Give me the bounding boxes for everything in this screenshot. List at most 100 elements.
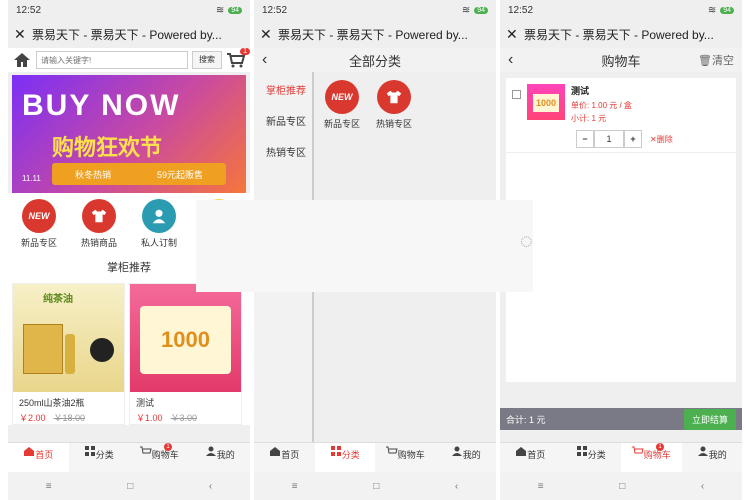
home-icon[interactable] bbox=[12, 52, 32, 68]
quantity-input[interactable]: 1 bbox=[594, 130, 624, 148]
cart-badge: 1 bbox=[240, 48, 250, 55]
tab-label: 首页 bbox=[527, 450, 546, 460]
category-label: 新品专区 bbox=[20, 238, 57, 248]
menu-item-recommend[interactable]: 掌柜推荐 bbox=[254, 72, 312, 103]
tab-home[interactable]: 首页 bbox=[254, 443, 315, 472]
cart-icon[interactable]: 1 bbox=[226, 48, 250, 68]
cart-item-unit-price: 单价: 1.00 元 / 盒 bbox=[571, 101, 632, 110]
cart-screen: 12:52 ≋ 94 ✕ 票易天下 - 票易天下 - Powered by... … bbox=[500, 0, 742, 500]
app-title: 票易天下 - 票易天下 - Powered by... bbox=[32, 27, 222, 42]
home-square-icon[interactable]: □ bbox=[127, 481, 133, 492]
category-new[interactable]: NEW 新品专区 bbox=[12, 199, 66, 249]
cart-icon bbox=[385, 446, 398, 454]
search-input[interactable] bbox=[36, 51, 188, 69]
banner-headline: BUY NOW bbox=[22, 89, 181, 122]
back-arrow-icon[interactable]: ‹ bbox=[262, 51, 267, 69]
status-time: 12:52 bbox=[508, 4, 534, 16]
cart-total: 合计: 1 元 bbox=[506, 414, 546, 425]
shirt-icon bbox=[377, 80, 411, 114]
tab-home[interactable]: 首页 bbox=[8, 443, 69, 472]
tab-label: 分类 bbox=[587, 450, 606, 460]
product-name: 测试 bbox=[136, 398, 155, 408]
back-arrow-icon[interactable]: ‹ bbox=[508, 51, 513, 69]
tab-cart[interactable]: 1 购物车 bbox=[621, 443, 682, 472]
close-icon[interactable]: ✕ bbox=[506, 26, 524, 43]
close-icon[interactable]: ✕ bbox=[14, 26, 32, 43]
item-checkbox[interactable] bbox=[512, 90, 521, 99]
delete-label: 删除 bbox=[656, 134, 673, 144]
cart-icon bbox=[139, 446, 152, 454]
product-card[interactable]: 1000 测试 ￥1.00 ￥3.00 bbox=[129, 283, 242, 425]
bottom-tabbar: 首页 分类 购物车 我的 bbox=[254, 442, 496, 472]
wifi-icon: ≋ bbox=[707, 4, 717, 16]
loading-spinner-icon: ◌ bbox=[519, 228, 533, 253]
clear-cart-button[interactable]: 🗑清空 bbox=[698, 52, 734, 68]
quantity-stepper: − 1 + ✕ 删除 bbox=[576, 130, 730, 148]
app-titlebar: ✕ 票易天下 - 票易天下 - Powered by... bbox=[8, 20, 250, 48]
price-current: ￥2.00 bbox=[19, 413, 46, 423]
system-nav: ≡ □ ‹ bbox=[8, 472, 250, 500]
tab-profile[interactable]: 我的 bbox=[436, 443, 497, 472]
product-card[interactable]: 纯茶油 250ml山茶油2瓶 ￥2.00 ￥18.00 bbox=[12, 283, 125, 425]
tab-profile[interactable]: 我的 bbox=[190, 443, 251, 472]
tab-category[interactable]: 分类 bbox=[561, 443, 622, 472]
app-titlebar: ✕ 票易天下 - 票易天下 - Powered by... bbox=[500, 20, 742, 48]
price-current: ￥1.00 bbox=[136, 413, 163, 423]
tab-label: 分类 bbox=[341, 450, 360, 460]
home-square-icon[interactable]: □ bbox=[619, 481, 625, 492]
product-price: ￥2.00 ￥18.00 bbox=[13, 411, 124, 424]
wifi-icon: ≋ bbox=[215, 4, 225, 16]
decrement-button[interactable]: − bbox=[576, 130, 594, 148]
checkout-button[interactable]: 立即结算 bbox=[683, 408, 736, 430]
category-label: 新品专区 bbox=[323, 119, 360, 129]
cart-item-name: 测试 bbox=[571, 86, 590, 96]
wifi-icon: ≋ bbox=[461, 4, 471, 16]
product-image-text: 1000 bbox=[161, 327, 210, 352]
tab-category[interactable]: 分类 bbox=[69, 443, 130, 472]
menu-icon[interactable]: ≡ bbox=[292, 481, 298, 492]
menu-icon[interactable]: ≡ bbox=[538, 481, 544, 492]
clear-label: 清空 bbox=[712, 55, 734, 67]
tab-label: 我的 bbox=[708, 450, 727, 460]
tab-home[interactable]: 首页 bbox=[500, 443, 561, 472]
back-icon[interactable]: ‹ bbox=[209, 481, 212, 492]
page-title: 购物车 bbox=[601, 53, 641, 69]
tab-profile[interactable]: 我的 bbox=[682, 443, 743, 472]
category-label: 热销商品 bbox=[80, 238, 117, 248]
grid-icon bbox=[330, 446, 341, 456]
menu-item-hot[interactable]: 热销专区 bbox=[254, 134, 312, 165]
cart-empty-area bbox=[506, 152, 736, 382]
person-icon bbox=[205, 446, 216, 456]
back-icon[interactable]: ‹ bbox=[701, 481, 704, 492]
price-old: ￥3.00 bbox=[170, 413, 198, 423]
battery-icon: 94 bbox=[720, 6, 734, 14]
menu-icon[interactable]: ≡ bbox=[46, 481, 52, 492]
tab-category[interactable]: 分类 bbox=[314, 443, 375, 472]
status-time: 12:52 bbox=[16, 4, 42, 16]
tab-label: 我的 bbox=[216, 450, 235, 460]
banner-strip: 秋冬热销 59元起贩售 bbox=[52, 163, 226, 185]
category-custom[interactable]: 私人订制 bbox=[132, 199, 186, 249]
app-title: 票易天下 - 票易天下 - Powered by... bbox=[278, 27, 468, 42]
app-title: 票易天下 - 票易天下 - Powered by... bbox=[524, 27, 714, 42]
home-icon bbox=[24, 447, 35, 456]
cart-item-subtotal: 小计: 1 元 bbox=[571, 114, 607, 123]
close-icon[interactable]: ✕ bbox=[260, 26, 278, 43]
tab-label: 分类 bbox=[95, 450, 114, 460]
increment-button[interactable]: + bbox=[624, 130, 642, 148]
home-square-icon[interactable]: □ bbox=[373, 481, 379, 492]
search-button[interactable]: 搜索 bbox=[192, 51, 222, 69]
category-hot[interactable]: 热销商品 bbox=[72, 199, 126, 249]
status-bar: 12:52 ≋ 94 bbox=[500, 0, 742, 20]
new-badge-icon: NEW bbox=[22, 199, 56, 233]
back-icon[interactable]: ‹ bbox=[455, 481, 458, 492]
tab-label: 购物车 bbox=[643, 450, 671, 460]
strip-right: 59元起贩售 bbox=[156, 169, 203, 180]
person-icon bbox=[451, 446, 462, 456]
tab-cart[interactable]: 1 购物车 bbox=[129, 443, 190, 472]
tab-cart[interactable]: 购物车 bbox=[375, 443, 436, 472]
delete-button[interactable]: ✕ 删除 bbox=[650, 130, 673, 148]
promo-banner[interactable]: BUY NOW 购物狂欢节 11.11 秋冬热销 59元起贩售 bbox=[12, 75, 246, 193]
strip-left: 秋冬热销 bbox=[74, 169, 111, 180]
menu-item-new[interactable]: 新品专区 bbox=[254, 103, 312, 134]
